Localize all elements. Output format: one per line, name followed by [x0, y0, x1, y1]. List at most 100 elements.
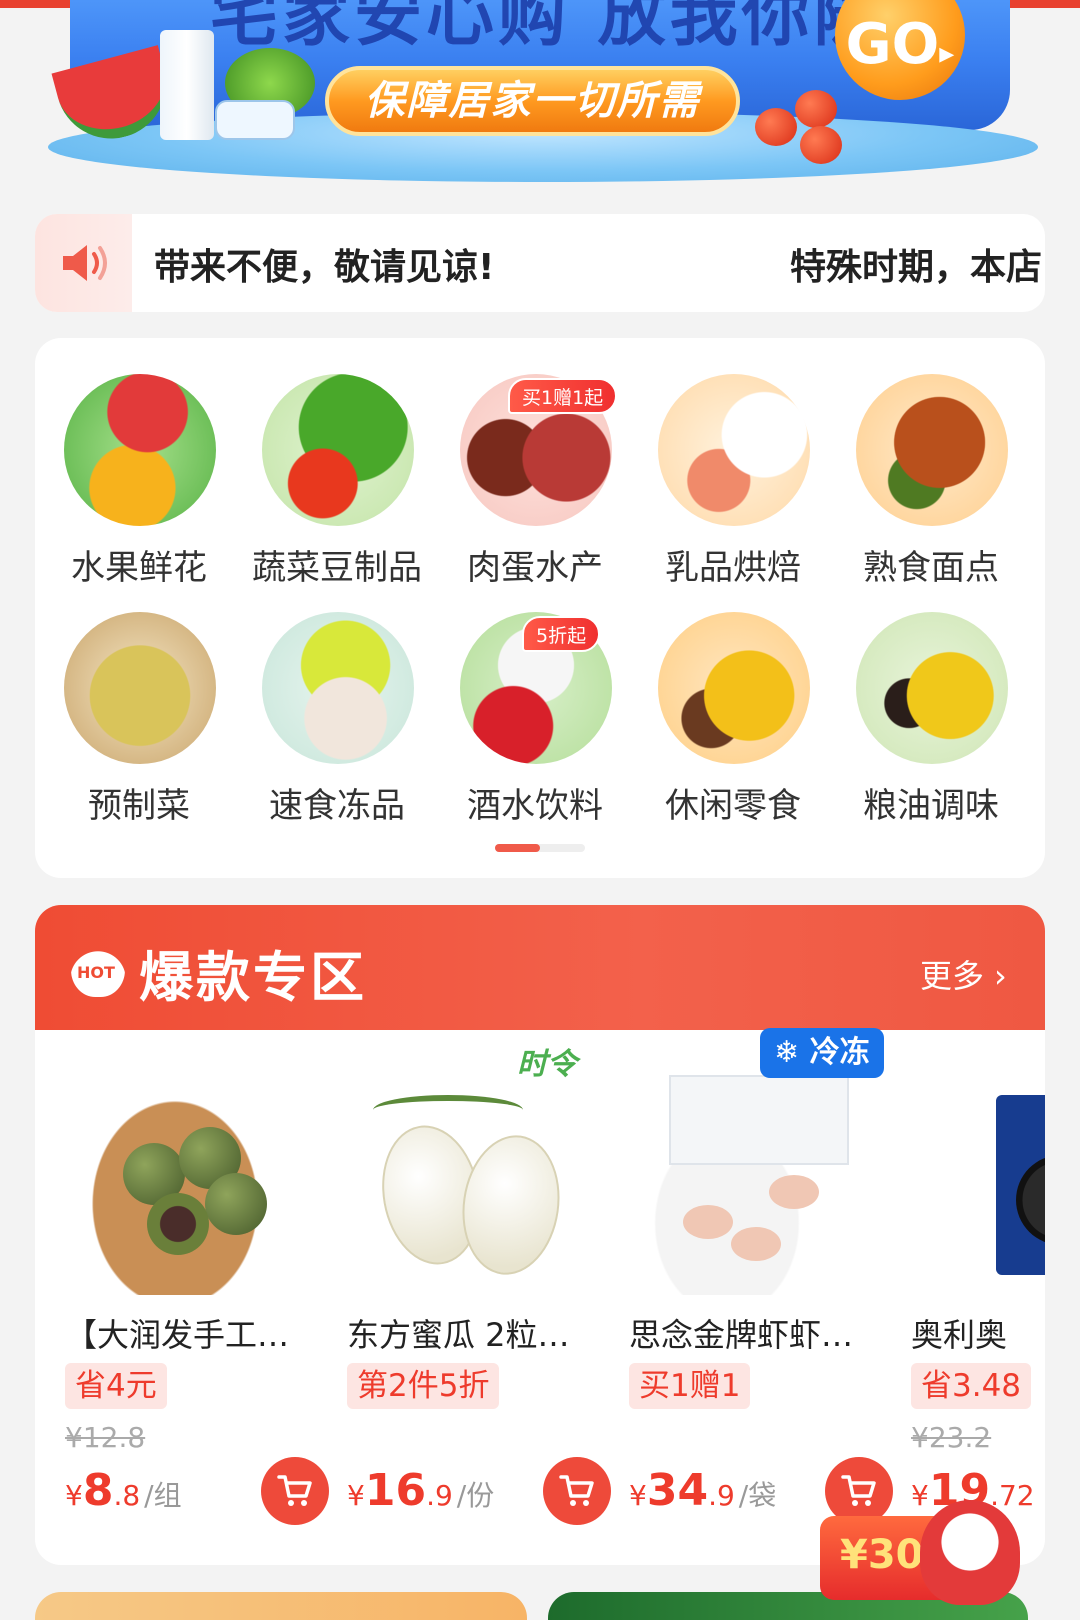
play-arrow-icon: ▸	[939, 36, 955, 71]
coupon-card-peek[interactable]	[35, 1592, 527, 1620]
product-card[interactable]: 时令 东方蜜瓜 2粒… 第2件5折 ¥16.9/份	[317, 1045, 611, 1545]
melon	[453, 1129, 569, 1281]
tomato-image	[795, 90, 837, 128]
promo-badge: 买1赠1起	[508, 378, 618, 414]
tomato-image	[800, 126, 842, 164]
dairy-image	[658, 374, 810, 526]
more-link[interactable]: 更多 ›	[920, 951, 1007, 997]
page-indicator-active	[495, 844, 540, 852]
snacks-image	[658, 612, 810, 764]
product-name: 【大润发手工…	[65, 1316, 290, 1354]
price-integer: 34	[646, 1465, 709, 1516]
currency-symbol: ¥	[347, 1479, 365, 1512]
more-label: 更多	[920, 957, 985, 995]
hot-icon-text: HOT	[77, 963, 115, 982]
product-card[interactable]: 奥利奥 省3.48 ¥23.2 ¥19.72	[881, 1045, 1045, 1545]
promo-badge: 5折起	[522, 616, 601, 652]
melon-vine	[373, 1095, 523, 1125]
vegetable-image	[262, 374, 414, 526]
dumpling	[769, 1175, 819, 1209]
category-deli-pastry[interactable]: 熟食面点	[832, 338, 1030, 588]
tomato-image	[755, 108, 797, 146]
notice-text: 带来不便，敬请见谅!	[154, 247, 495, 288]
frozen-tag-label: 冷冻	[809, 1035, 870, 1070]
current-price: ¥8.8/组	[65, 1465, 182, 1516]
hot-products-section: HOT 爆款专区 更多 › 【大润发手工… 省4元 ¥12.8 ¥8.8/组 时…	[35, 905, 1045, 1565]
price-unit: /袋	[738, 1479, 777, 1512]
section-title: 爆款专区	[139, 946, 367, 1009]
currency-symbol: ¥	[629, 1479, 647, 1512]
promo-tag: 买1赠1	[629, 1363, 751, 1409]
promo-tag: 第2件5折	[347, 1363, 500, 1409]
fruit-image	[64, 374, 216, 526]
category-prepared-dishes[interactable]: 预制菜	[40, 576, 238, 826]
promo-banner[interactable]: 宅家安心购 放我你随便 保障居家一切所需 GO▸	[40, 0, 1040, 190]
product-image	[55, 1055, 295, 1295]
current-price: ¥34.9/袋	[629, 1465, 776, 1516]
category-label: 酒水饮料	[467, 786, 603, 826]
category-snacks[interactable]: 休闲零食	[634, 576, 832, 826]
price-unit: /份	[456, 1479, 495, 1512]
face-mask-image	[215, 100, 295, 140]
hot-fire-icon: HOT	[71, 937, 125, 997]
product-card[interactable]: 【大润发手工… 省4元 ¥12.8 ¥8.8/组	[35, 1045, 329, 1545]
category-label: 粮油调味	[863, 786, 999, 826]
speaker-icon-box	[35, 214, 132, 312]
category-grid: 水果鲜花 蔬菜豆制品 买1赠1起 肉蛋水产 乳品烘焙 熟食面点 预制菜 速食冻品…	[35, 338, 1045, 878]
page-indicator	[495, 844, 585, 852]
category-vegetables[interactable]: 蔬菜豆制品	[238, 338, 436, 588]
product-name: 奥利奥	[911, 1316, 1008, 1354]
current-price: ¥16.9/份	[347, 1465, 494, 1516]
cooking-oil-image	[856, 612, 1008, 764]
go-label: GO	[845, 12, 940, 77]
category-dairy-bakery[interactable]: 乳品烘焙	[634, 338, 832, 588]
original-price: ¥23.2	[911, 1421, 992, 1454]
frozen-tag: ❄ 冷冻	[760, 1028, 884, 1078]
promo-tag: 省4元	[65, 1363, 167, 1409]
seasonal-tag: 时令	[517, 1047, 577, 1082]
green-pastry-ball	[205, 1173, 267, 1235]
milk-image	[160, 30, 214, 140]
category-label: 休闲零食	[665, 786, 801, 826]
dumplings-image	[262, 612, 414, 764]
product-card[interactable]: 思念金牌虾虾… 买1赠1 ¥34.9/袋	[599, 1045, 893, 1545]
hot-section-header: HOT 爆款专区 更多 ›	[35, 905, 1045, 1030]
product-name: 东方蜜瓜 2粒…	[347, 1316, 570, 1354]
category-frozen-food[interactable]: 速食冻品	[238, 576, 436, 826]
chevron-right-icon: ›	[994, 957, 1007, 995]
category-fruit-flowers[interactable]: 水果鲜花	[40, 338, 238, 588]
mascot-icon	[920, 1500, 1020, 1605]
coupon-amount: ¥30	[840, 1532, 924, 1578]
notice-bar[interactable]: 带来不便，敬请见谅! 特殊时期，本店	[35, 214, 1045, 312]
cut-pastry-ball	[147, 1193, 209, 1255]
product-image	[337, 1055, 577, 1295]
product-package	[669, 1075, 849, 1165]
cookie	[1016, 1155, 1045, 1245]
price-decimal: .8	[113, 1479, 141, 1512]
product-image	[619, 1055, 859, 1295]
dumpling	[683, 1205, 733, 1239]
original-price: ¥12.8	[65, 1421, 146, 1454]
snowflake-icon: ❄	[774, 1035, 800, 1070]
category-meat-eggs-seafood[interactable]: 买1赠1起 肉蛋水产	[436, 338, 634, 588]
cart-icon	[559, 1475, 594, 1506]
price-integer: 16	[364, 1465, 427, 1516]
banner-slogan: 保障居家一切所需	[325, 66, 740, 136]
price-unit: /组	[144, 1479, 182, 1512]
product-name: 思念金牌虾虾…	[629, 1316, 854, 1354]
floating-coupon-widget[interactable]: ¥30	[820, 1500, 1020, 1605]
notice-text: 特殊时期，本店	[790, 247, 1043, 288]
price-decimal: .9	[708, 1479, 735, 1512]
price-decimal: .9	[426, 1479, 453, 1512]
category-drinks[interactable]: 5折起 酒水饮料	[436, 576, 634, 826]
cart-icon	[277, 1475, 312, 1506]
price-integer: 8	[82, 1465, 114, 1516]
roast-chicken-image	[856, 374, 1008, 526]
category-label: 速食冻品	[269, 786, 405, 826]
notice-marquee: 带来不便，敬请见谅! 特殊时期，本店	[132, 214, 1045, 312]
category-grain-oil[interactable]: 粮油调味	[832, 576, 1030, 826]
prepared-dish-image	[64, 612, 216, 764]
speaker-icon	[63, 245, 107, 281]
product-image	[996, 1095, 1045, 1275]
category-label: 预制菜	[88, 786, 190, 826]
